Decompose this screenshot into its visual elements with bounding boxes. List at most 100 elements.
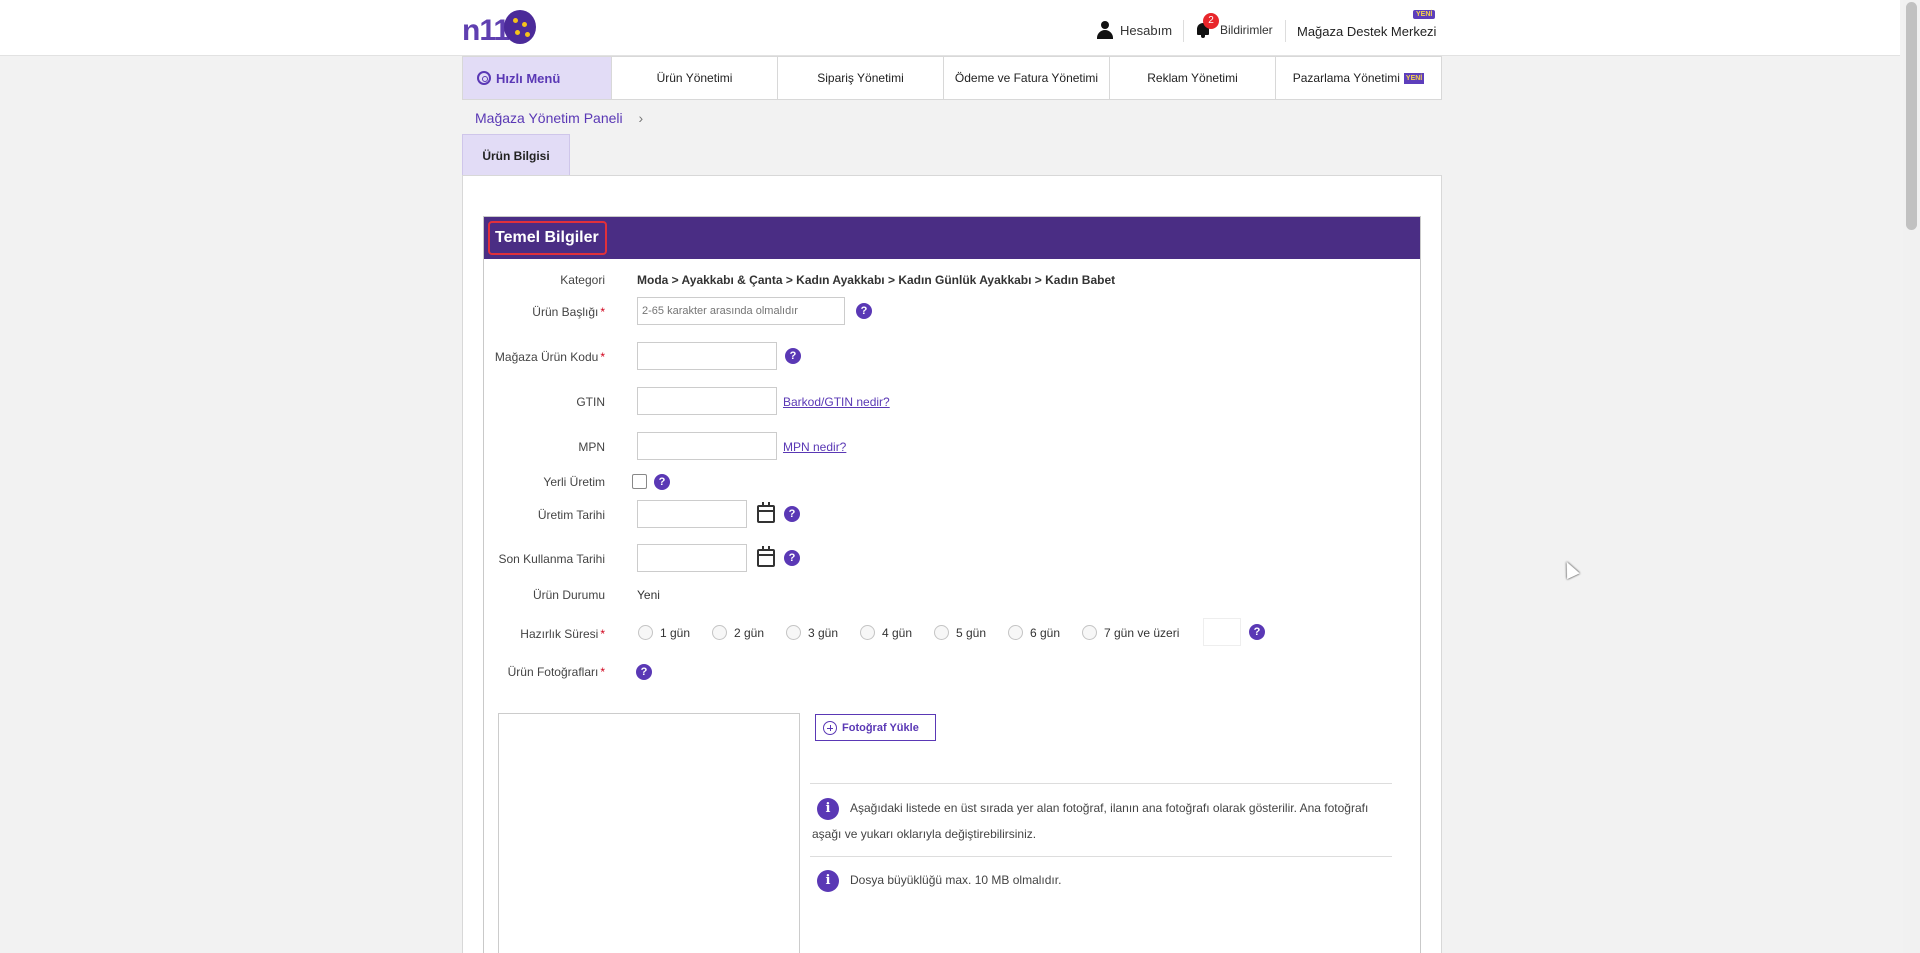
file-size-info-text: Dosya büyüklüğü max. 10 MB olmalıdır. [850,873,1062,887]
account-menu[interactable]: Hesabım [1096,21,1172,39]
radio-label: 6 gün [1030,625,1061,640]
expiry-date-input[interactable] [637,544,747,572]
product-photos-label-text: Ürün Fotoğrafları [507,665,599,679]
nav-order-management[interactable]: Sipariş Yönetimi [778,57,944,99]
gtin-info-link[interactable]: Barkod/GTIN nedir? [783,395,890,409]
required-mark: * [600,665,605,679]
scrollbar-thumb[interactable] [1906,2,1917,230]
production-date-label: Üretim Tarihi [537,508,605,522]
divider [1285,20,1286,42]
gtin-label: GTIN [576,395,605,409]
help-icon[interactable]: ? [654,474,670,490]
radio-label: 3 gün [808,625,839,640]
prep-radio-2[interactable]: 2 gün [712,625,764,640]
store-code-label: Mağaza Ürün Kodu * [483,350,605,364]
radio-label: 2 gün [734,625,765,640]
nav-ad-management[interactable]: Reklam Yönetimi [1110,57,1276,99]
prep-radio-5[interactable]: 5 gün [934,625,986,640]
bell-icon: 2 [1194,13,1219,40]
photo-list-box[interactable] [498,713,800,953]
new-badge: YENİ [1413,10,1436,19]
main-nav: Hızlı Menü Ürün Yönetimi Sipariş Yönetim… [462,56,1442,100]
radio-label: 1 gün [660,625,691,640]
gtin-input[interactable] [637,387,777,415]
radio-circle [1082,625,1097,640]
support-center-link[interactable]: Mağaza Destek Merkezi [1297,24,1436,39]
nav-payment-invoice[interactable]: Ödeme ve Fatura Yönetimi [944,57,1110,99]
prep-time-label: Hazırlık Süresi * [483,627,605,641]
notifications-menu[interactable]: 2 Bildirimler [1194,13,1273,40]
main-photo-info-text: Aşağıdaki listede en üst sırada yer alan… [812,801,1369,841]
store-code-label-text: Mağaza Ürün Kodu [494,350,599,364]
production-date-input[interactable] [637,500,747,528]
radio-label: 7 gün ve üzeri [1104,625,1180,640]
product-title-input[interactable] [637,297,845,325]
upload-photo-label: Fotoğraf Yükle [842,721,919,734]
prep-radio-4[interactable]: 4 gün [860,625,912,640]
radio-circle [638,625,653,640]
info-icon: i [817,797,839,820]
vertical-scrollbar[interactable] [1903,0,1920,953]
divider [810,856,1392,857]
n11-logo[interactable]: n11 [462,8,542,48]
radio-circle [860,625,875,640]
help-icon[interactable]: ? [1249,624,1265,640]
required-mark: * [600,305,605,319]
mpn-info-link[interactable]: MPN nedir? [783,440,846,454]
help-icon[interactable]: ? [784,550,800,566]
mouse-cursor-icon [1560,558,1580,580]
gear-icon [477,71,491,85]
required-mark: * [600,350,605,364]
mpn-input[interactable] [637,432,777,460]
required-mark: * [600,627,605,641]
info-icon: i [817,869,839,892]
calendar-icon[interactable] [757,546,775,567]
ladybug-icon [504,10,536,44]
radio-circle [712,625,727,640]
radio-label: 4 gün [882,625,913,640]
local-production-label: Yerli Üretim [543,475,605,489]
help-icon[interactable]: ? [636,664,652,680]
plus-circle-icon [823,720,837,735]
radio-circle [934,625,949,640]
section-header: Temel Bilgiler [484,217,1420,259]
new-badge: YENİ [1403,72,1425,84]
prep-radio-6[interactable]: 6 gün [1008,625,1060,640]
product-title-label-text: Ürün Başlığı [532,305,599,319]
breadcrumb-store-panel[interactable]: Mağaza Yönetim Paneli [475,110,623,126]
prep-radio-1[interactable]: 1 gün [638,625,690,640]
quick-menu-button[interactable]: Hızlı Menü [463,57,612,99]
prep-radio-7-plus[interactable]: 7 gün ve üzeri [1082,625,1179,640]
chevron-right-icon: › [638,110,644,126]
prep-time-label-text: Hazırlık Süresi [520,627,599,641]
nav-product-management[interactable]: Ürün Yönetimi [612,57,778,99]
prep-radio-3[interactable]: 3 gün [786,625,838,640]
quick-menu-label: Hızlı Menü [496,70,561,86]
local-production-checkbox[interactable] [632,474,647,489]
category-value: Moda > Ayakkabı & Çanta > Kadın Ayakkabı… [637,273,1116,287]
nav-marketing-label: Pazarlama Yönetimi [1292,71,1400,85]
nav-marketing-management[interactable]: Pazarlama Yönetimi YENİ [1276,57,1441,99]
tab-product-info[interactable]: Ürün Bilgisi [462,134,570,176]
expiry-date-label: Son Kullanma Tarihi [498,552,605,566]
category-label: Kategori [560,273,605,287]
product-title-label: Ürün Başlığı * [483,305,605,319]
radio-circle [1008,625,1023,640]
calendar-icon[interactable] [757,502,775,523]
divider [810,783,1392,784]
upload-photo-button[interactable]: Fotoğraf Yükle [815,714,936,741]
top-header: n11 Hesabım 2 Bildirimler Mağaza Destek … [0,0,1900,56]
store-code-input[interactable] [637,342,777,370]
prep-days-input[interactable] [1203,618,1241,646]
help-icon[interactable]: ? [784,506,800,522]
notification-count-badge: 2 [1203,13,1219,29]
divider [1183,20,1184,42]
account-label: Hesabım [1120,22,1173,38]
breadcrumb: Mağaza Yönetim Paneli › [475,110,643,126]
main-photo-info: i Aşağıdaki listede en üst sırada yer ala… [812,795,1382,847]
help-icon[interactable]: ? [785,348,801,364]
help-icon[interactable]: ? [856,303,872,319]
product-photos-label: Ürün Fotoğrafları * [483,665,605,679]
condition-value: Yeni [637,588,660,602]
user-icon [1096,21,1114,39]
